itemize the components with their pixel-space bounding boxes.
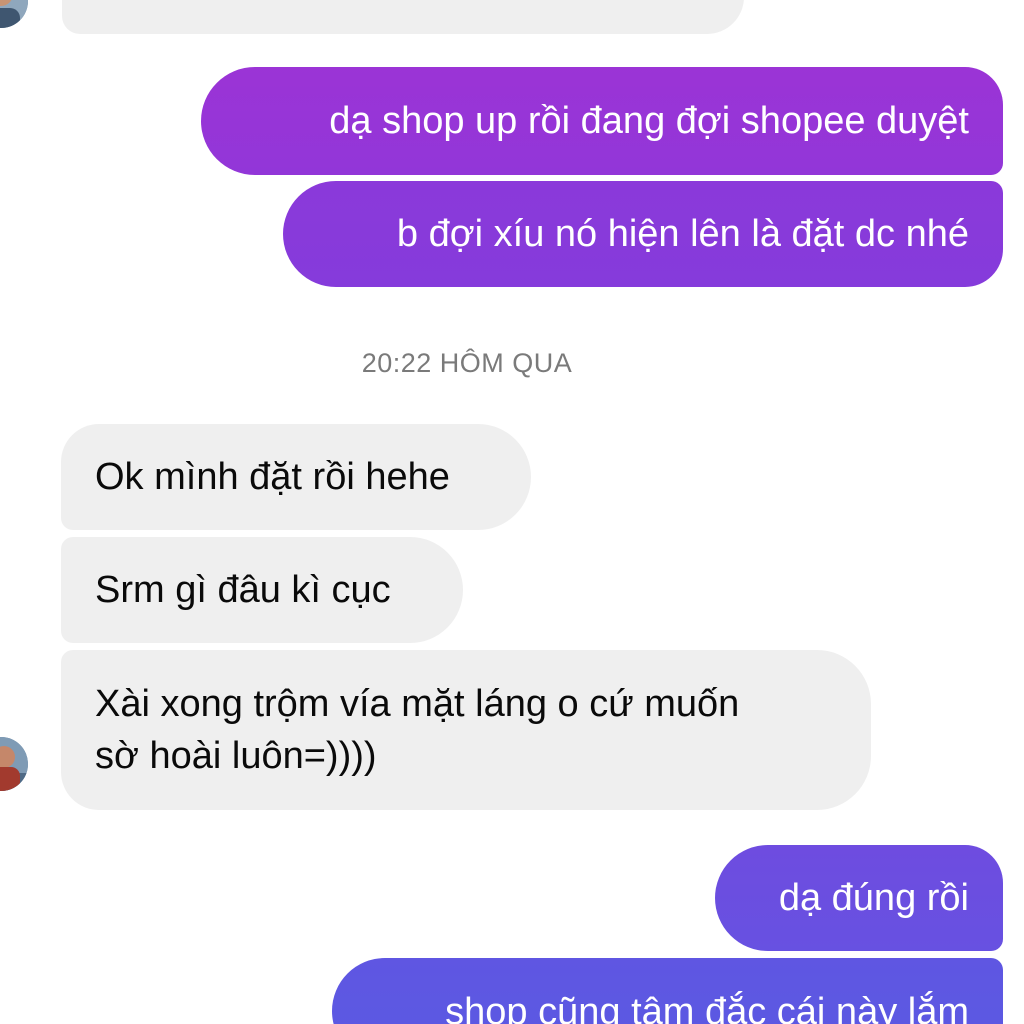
message-bubble-outgoing[interactable]: dạ đúng rồi xyxy=(715,845,1003,951)
message-bubble-incoming[interactable]: Srm gì đâu kì cục xyxy=(61,537,463,643)
message-text: Ok mình đặt rồi hehe xyxy=(95,456,450,498)
message-text-line: Xài xong trộm vía mặt láng o cứ muốn xyxy=(95,683,740,725)
message-timestamp: 20:22 HÔM QUA xyxy=(361,348,573,378)
message-bubble-incoming[interactable]: Ok mình đặt rồi hehe xyxy=(61,424,531,530)
message-bubble-incoming[interactable] xyxy=(62,0,744,34)
message-text: dạ shop up rồi đang đợi shopee duyệt xyxy=(329,100,969,142)
message-bubble-outgoing[interactable]: dạ shop up rồi đang đợi shopee duyệt xyxy=(201,67,1003,175)
message-text-line: sờ hoài luôn=)))) xyxy=(95,735,377,777)
message-bubble-outgoing[interactable]: b đợi xíu nó hiện lên là đặt dc nhé xyxy=(283,181,1003,287)
avatar-photo-icon xyxy=(0,737,28,791)
contact-avatar[interactable] xyxy=(0,737,28,791)
message-text: Srm gì đâu kì cục xyxy=(95,569,391,611)
message-bubble-incoming[interactable]: Xài xong trộm vía mặt láng o cứ muốn sờ … xyxy=(61,650,871,810)
message-text: dạ đúng rồi xyxy=(778,877,969,919)
message-text: b đợi xíu nó hiện lên là đặt dc nhé xyxy=(396,213,969,255)
avatar-photo-icon xyxy=(0,0,28,28)
contact-avatar[interactable] xyxy=(0,0,28,28)
chat-thread: dạ shop up rồi đang đợi shopee duyệt b đ… xyxy=(0,0,1024,1024)
message-text: shop cũng tâm đắc cái này lắm xyxy=(445,991,969,1024)
message-bubble-outgoing[interactable]: shop cũng tâm đắc cái này lắm xyxy=(332,958,1003,1024)
